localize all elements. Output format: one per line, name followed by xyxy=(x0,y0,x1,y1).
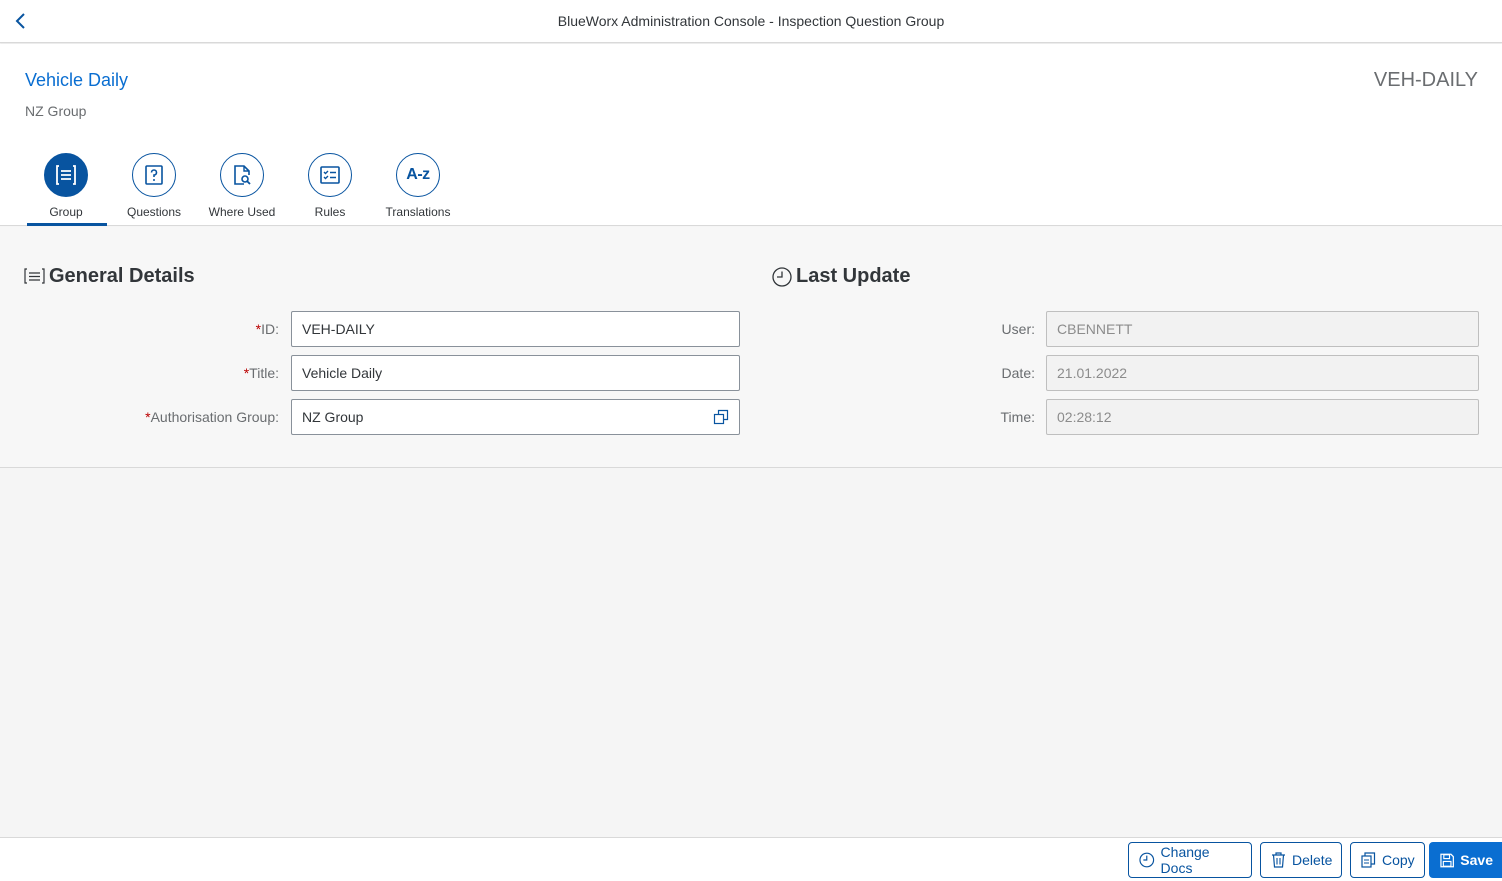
button-label: Save xyxy=(1460,852,1493,868)
clock-icon xyxy=(772,266,792,287)
id-label: *ID: xyxy=(255,321,279,337)
button-label: Change Docs xyxy=(1160,844,1210,876)
shell-title: BlueWorx Administration Console - Inspec… xyxy=(557,13,945,29)
object-title: Vehicle Daily xyxy=(25,70,129,90)
date-field: 21.01.2022 xyxy=(1046,355,1479,391)
id-row: *ID: VEH-DAILY xyxy=(0,311,760,347)
section-title-text: General Details xyxy=(49,265,195,287)
save-icon xyxy=(1440,853,1454,867)
object-subtitle: NZ Group xyxy=(25,103,87,119)
delete-button[interactable]: Delete xyxy=(1260,842,1342,878)
content-area: General Details *ID: VEH-DAILY *Title: V… xyxy=(0,227,1502,468)
tab-translations[interactable]: A-z Translations xyxy=(374,152,462,226)
user-field: CBENNETT xyxy=(1046,311,1479,347)
form-icon xyxy=(24,268,45,284)
button-label: Copy xyxy=(1382,852,1415,868)
form-icon xyxy=(56,165,76,185)
active-tab-indicator xyxy=(27,223,107,226)
icon-tab-bar: Group Questions Where Used Rules A-z Tra… xyxy=(22,152,462,226)
tab-group[interactable]: Group xyxy=(22,152,110,226)
title-row: *Title: Vehicle Daily xyxy=(0,355,760,391)
last-update-section-title: Last Update xyxy=(772,265,910,288)
authorisation-group-field[interactable]: NZ Group xyxy=(291,399,740,435)
shell-header: BlueWorx Administration Console - Inspec… xyxy=(0,0,1502,43)
id-field[interactable]: VEH-DAILY xyxy=(291,311,740,347)
section-title-text: Last Update xyxy=(796,265,911,287)
title-label: *Title: xyxy=(243,365,279,381)
tab-rules[interactable]: Rules xyxy=(286,152,374,226)
date-row: Date: 21.01.2022 xyxy=(760,355,1502,391)
save-button[interactable]: Save xyxy=(1429,842,1502,878)
change-docs-button[interactable]: Change Docs xyxy=(1128,842,1252,878)
authorisation-group-row: *Authorisation Group: NZ Group xyxy=(0,399,760,435)
general-details-section-title: General Details xyxy=(24,265,195,288)
tab-label: Translations xyxy=(385,205,451,219)
copy-icon xyxy=(1361,852,1376,868)
tab-questions[interactable]: Questions xyxy=(110,152,198,226)
authorisation-group-label: *Authorisation Group: xyxy=(145,409,279,425)
tab-label: Group xyxy=(49,205,83,219)
time-field: 02:28:12 xyxy=(1046,399,1479,435)
tab-label: Rules xyxy=(314,205,346,219)
question-mark-icon xyxy=(145,165,163,185)
authorisation-group-value: NZ Group xyxy=(302,409,364,425)
user-label: User: xyxy=(1001,321,1035,337)
document-search-icon xyxy=(234,165,251,185)
tab-where-used[interactable]: Where Used xyxy=(198,152,286,226)
title-field[interactable]: Vehicle Daily xyxy=(291,355,740,391)
checklist-icon xyxy=(320,166,340,184)
tab-label: Where Used xyxy=(208,205,276,219)
clock-icon xyxy=(1139,852,1155,868)
copy-button[interactable]: Copy xyxy=(1350,842,1425,878)
object-number: VEH-DAILY xyxy=(1373,69,1478,91)
date-label: Date: xyxy=(1001,365,1035,381)
trash-icon xyxy=(1272,852,1285,868)
time-label: Time: xyxy=(1000,409,1035,425)
button-label: Delete xyxy=(1292,852,1333,868)
time-row: Time: 02:28:12 xyxy=(760,399,1502,435)
tab-label: Questions xyxy=(126,205,182,219)
user-row: User: CBENNETT xyxy=(760,311,1502,347)
a-z-icon: A-z xyxy=(406,166,430,183)
value-help-icon[interactable] xyxy=(713,409,729,425)
object-header: Vehicle Daily NZ Group VEH-DAILY Group Q… xyxy=(0,44,1502,226)
footer-toolbar: Change Docs Delete Copy Save xyxy=(0,837,1502,881)
